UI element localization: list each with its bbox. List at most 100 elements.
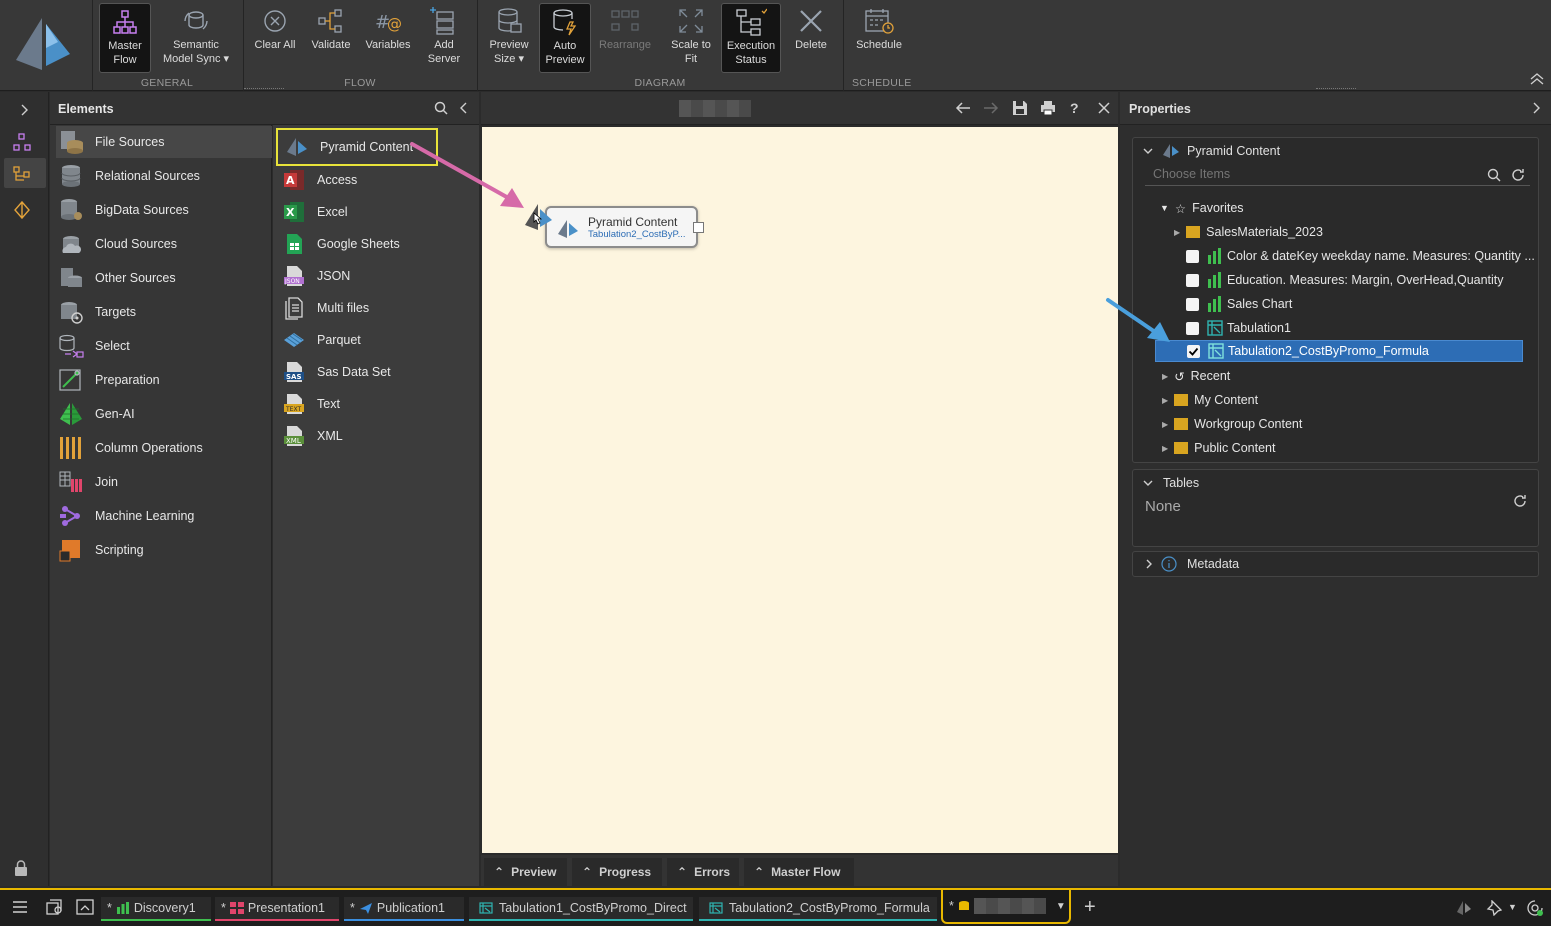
variables-button[interactable]: # @ Variables <box>362 3 414 73</box>
source-json[interactable]: JSON JSON <box>281 262 477 290</box>
tab-dropdown-icon[interactable]: ▼ <box>1056 901 1066 912</box>
flow-canvas[interactable]: Pyramid Content Tabulation2_CostByP... <box>482 127 1118 853</box>
category-file-sources[interactable]: File Sources <box>56 126 272 158</box>
chevron-down-icon[interactable] <box>1142 145 1154 157</box>
chevron-down-icon[interactable] <box>1142 477 1154 489</box>
category-scripting[interactable]: Scripting <box>56 534 272 566</box>
tree-folder-salesmaterials[interactable]: ▶ SalesMaterials_2023 <box>1174 221 1323 243</box>
splitter-grip-right[interactable] <box>1316 88 1356 91</box>
refresh-icon[interactable] <box>1513 494 1527 508</box>
group-general-label: GENERAL <box>140 77 194 89</box>
checkbox[interactable] <box>1186 297 1199 311</box>
notifications-icon[interactable] <box>1526 899 1544 917</box>
lock-icon[interactable] <box>14 860 28 876</box>
tree-public-content[interactable]: ▶ Public Content <box>1162 437 1275 459</box>
category-join[interactable]: Join <box>56 466 272 498</box>
tree-favorites[interactable]: ▼ ☆ Favorites <box>1160 197 1244 219</box>
execution-status-button[interactable]: Execution Status <box>721 3 781 73</box>
choose-items-input[interactable] <box>1153 167 1473 181</box>
pyramid-content-node[interactable]: Pyramid Content Tabulation2_CostByP... <box>545 206 704 248</box>
pin-dropdown-icon[interactable]: ▼ <box>1508 902 1517 912</box>
auto-preview-button[interactable]: Auto Preview <box>539 3 591 73</box>
undo-icon[interactable] <box>955 101 971 115</box>
category-machine-learning[interactable]: Machine Learning <box>56 500 272 532</box>
source-parquet[interactable]: Parquet <box>281 326 477 354</box>
pyramid-status-icon[interactable] <box>1456 900 1472 916</box>
category-column-operations[interactable]: Column Operations <box>56 432 272 464</box>
tab-progress[interactable]: ⌃ Progress <box>572 858 662 886</box>
schedule-button[interactable]: Schedule <box>852 3 906 73</box>
category-bigdata-sources[interactable]: BigData Sources <box>56 194 272 226</box>
collapse-properties-icon[interactable] <box>1530 101 1542 115</box>
scale-to-fit-button[interactable]: Scale to Fit <box>664 3 718 73</box>
checkbox[interactable] <box>1186 249 1199 263</box>
rearrange-button[interactable]: Rearrange <box>597 3 653 73</box>
category-select[interactable]: Select <box>56 330 272 362</box>
help-icon[interactable]: ? <box>1070 100 1079 116</box>
preview-size-button[interactable]: Preview Size ▾ <box>484 3 534 73</box>
tree-recent[interactable]: ▶ ↺ Recent <box>1162 365 1230 387</box>
tree-item-sales-chart[interactable]: Sales Chart <box>1186 293 1292 315</box>
task-tab-tabulation2[interactable]: Tabulation2_CostByPromo_Formula <box>699 897 937 921</box>
expand-panel-icon[interactable] <box>16 102 32 118</box>
checkbox-checked[interactable] <box>1187 344 1200 358</box>
multi-files-icon <box>281 295 307 321</box>
checkbox[interactable] <box>1186 321 1199 335</box>
google-sheets-icon <box>281 231 307 257</box>
validate-button[interactable]: Validate <box>305 3 357 73</box>
print-icon[interactable] <box>1040 100 1056 116</box>
redo-icon[interactable] <box>983 101 999 115</box>
category-other-sources[interactable]: Other Sources <box>56 262 272 294</box>
category-gen-ai[interactable]: Gen-AI <box>56 398 272 430</box>
metadata-section[interactable]: Metadata <box>1132 551 1539 577</box>
source-xml[interactable]: XML XML <box>281 422 477 450</box>
tree-item-education[interactable]: Education. Measures: Margin, OverHead,Qu… <box>1186 269 1504 291</box>
hamburger-menu-icon[interactable] <box>12 900 28 914</box>
checkbox[interactable] <box>1186 273 1199 287</box>
delete-button[interactable]: Delete <box>789 3 833 73</box>
search-icon[interactable] <box>1487 168 1501 182</box>
elements-tab[interactable] <box>4 158 46 188</box>
task-tab-publication1[interactable]: * Publication1 <box>344 897 464 921</box>
task-tab-active-model[interactable]: * ▼ <box>941 890 1071 924</box>
tree-item-tabulation1[interactable]: Tabulation1 <box>1186 317 1291 339</box>
tab-label: Master Flow <box>771 865 841 879</box>
tab-preview[interactable]: ⌃ Preview <box>484 858 567 886</box>
workspace-icon[interactable] <box>76 899 94 915</box>
node-output-port[interactable] <box>693 222 704 233</box>
tree-item-color-datekey[interactable]: Color & dateKey weekday name. Measures: … <box>1186 245 1535 267</box>
category-cloud-sources[interactable]: Cloud Sources <box>56 228 272 260</box>
save-icon[interactable] <box>1012 100 1028 116</box>
pyramid-content-rail-icon[interactable] <box>12 200 32 220</box>
category-relational-sources[interactable]: Relational Sources <box>56 160 272 192</box>
category-targets[interactable]: Targets <box>56 296 272 328</box>
category-preparation[interactable]: Preparation <box>56 364 272 396</box>
task-tab-presentation1[interactable]: * Presentation1 <box>215 897 339 921</box>
file-browser-icon[interactable] <box>46 899 64 915</box>
source-text[interactable]: TEXT Text <box>281 390 477 418</box>
add-tab-icon[interactable]: + <box>1084 896 1096 919</box>
collapse-panel-icon[interactable] <box>458 101 470 115</box>
source-sas-data-set[interactable]: SAS Sas Data Set <box>281 358 477 386</box>
tab-master-flow[interactable]: ⌃ Master Flow <box>744 858 854 886</box>
collapse-ribbon-icon[interactable] <box>1528 72 1546 86</box>
pin-icon[interactable] <box>1486 900 1502 916</box>
choose-items-search[interactable] <box>1145 164 1530 186</box>
task-tab-tabulation1[interactable]: Tabulation1_CostByPromo_Direct <box>469 897 693 921</box>
tree-my-content[interactable]: ▶ My Content <box>1162 389 1258 411</box>
search-icon[interactable] <box>434 101 448 115</box>
tree-item-tabulation2-selected[interactable]: Tabulation2_CostByPromo_Formula <box>1155 340 1523 362</box>
splitter-grip[interactable] <box>244 88 284 91</box>
refresh-icon[interactable] <box>1511 168 1525 182</box>
semantic-model-sync-button[interactable]: Semantic Model Sync ▾ <box>160 3 232 73</box>
task-tab-discovery1[interactable]: * Discovery1 <box>101 897 211 921</box>
master-flow-button[interactable]: Master Flow <box>99 3 151 73</box>
source-google-sheets[interactable]: Google Sheets <box>281 230 477 258</box>
close-icon[interactable] <box>1097 101 1111 115</box>
add-server-button[interactable]: Add Server <box>420 3 468 73</box>
tab-errors[interactable]: ⌃ Errors <box>667 858 739 886</box>
clear-all-button[interactable]: Clear All <box>250 3 300 73</box>
tree-workgroup-content[interactable]: ▶ Workgroup Content <box>1162 413 1302 435</box>
source-multi-files[interactable]: Multi files <box>281 294 477 322</box>
flow-nodes-icon[interactable] <box>12 132 32 152</box>
